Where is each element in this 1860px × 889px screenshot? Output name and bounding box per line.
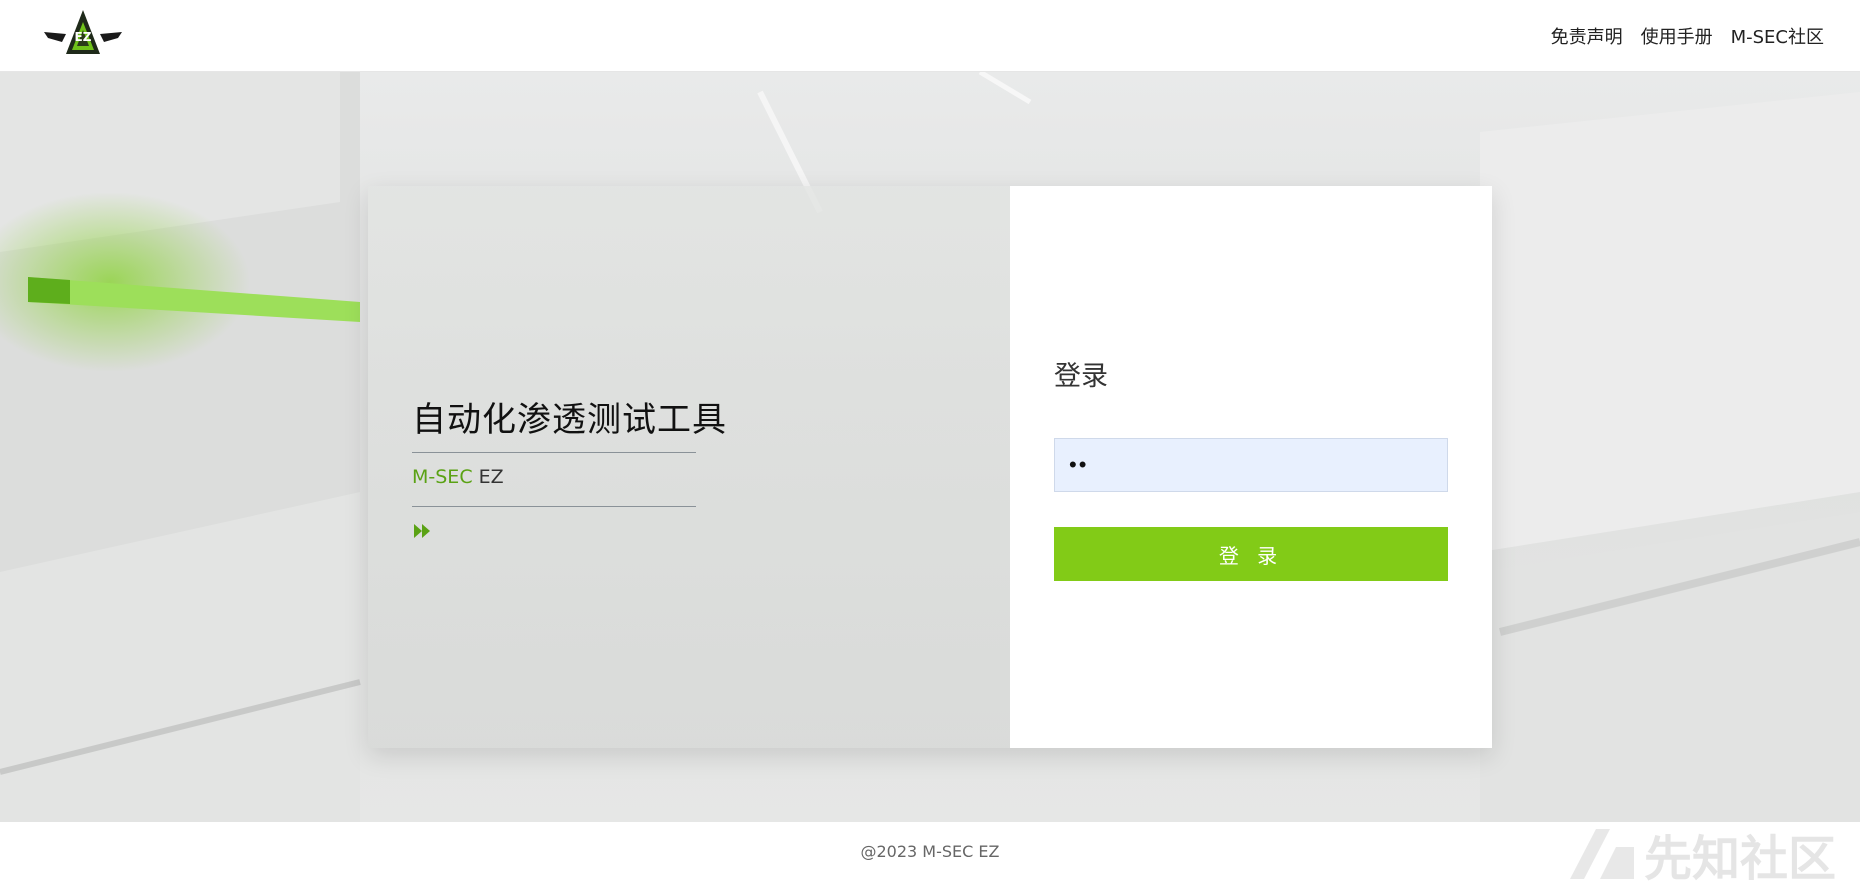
divider-top [412,452,696,453]
tool-title: 自动化渗透测试工具 [412,400,727,440]
watermark-text: 先知社区 [1643,830,1836,887]
nav-community[interactable]: M-SEC社区 [1731,23,1824,49]
login-panel: 登录 登 录 [1010,186,1492,748]
svg-text:EZ: EZ [75,30,92,44]
watermark-logo-icon [1569,828,1634,879]
login-card: 自动化渗透测试工具 M-SEC EZ 登录 登 录 [368,186,1492,748]
login-button[interactable]: 登 录 [1054,527,1448,581]
intro-panel: 自动化渗透测试工具 M-SEC EZ [368,186,1010,748]
brand-dark-text: EZ [478,466,504,488]
login-title: 登录 [1054,361,1108,392]
brand-label: M-SEC EZ [412,466,504,488]
nav-disclaimer[interactable]: 免责声明 [1551,23,1623,49]
top-header: EZ 免责声明 使用手册 M-SEC社区 [0,0,1860,72]
fast-forward-icon[interactable] [414,524,432,538]
divider-bottom [412,506,696,507]
top-nav: 免责声明 使用手册 M-SEC社区 [1551,0,1824,72]
brand-green-text: M-SEC [412,466,473,488]
ez-logo[interactable]: EZ [42,8,124,64]
password-input[interactable] [1054,438,1448,492]
footer: @2023 M-SEC EZ 先知社区 [0,822,1860,887]
watermark: 先知社区 [1569,822,1836,887]
nav-manual[interactable]: 使用手册 [1641,23,1713,49]
